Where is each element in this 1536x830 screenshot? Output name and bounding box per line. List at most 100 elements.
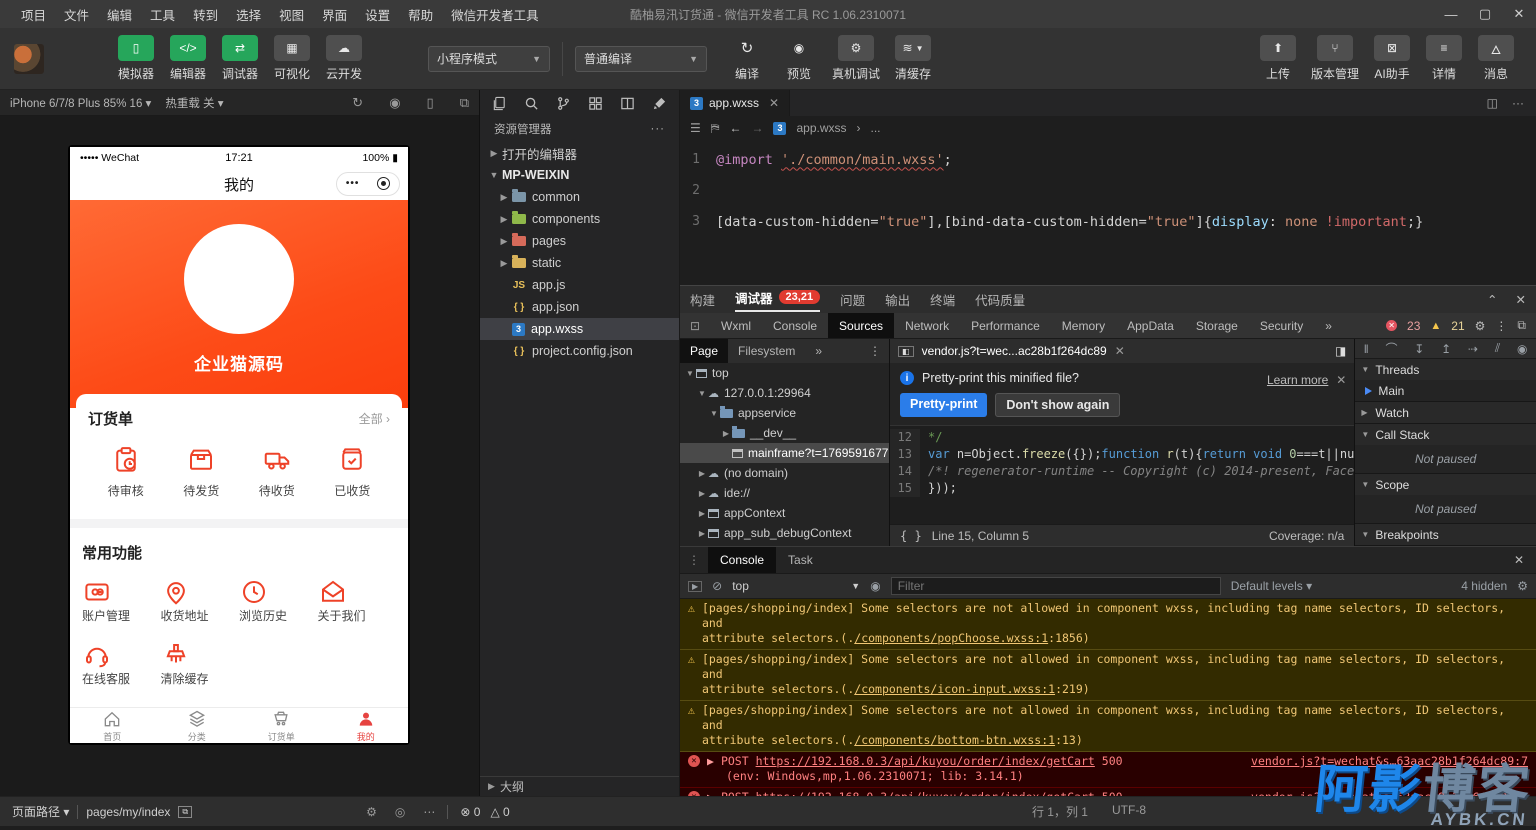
panel-toggle-icon[interactable]: ◧ xyxy=(898,346,914,357)
tab-orders[interactable]: 订货单 xyxy=(239,708,324,743)
panel-tab-debugger[interactable]: 调试器23,21 xyxy=(735,288,820,312)
ai-assistant-button[interactable]: ⊠ AI助手 xyxy=(1366,35,1418,82)
more-tabs-icon[interactable]: » xyxy=(1314,313,1343,338)
compile-button[interactable]: ↻ 编译 xyxy=(721,35,773,82)
devtools-tab-storage[interactable]: Storage xyxy=(1185,313,1249,338)
tree-mainframe[interactable]: mainframe?t=17695916772 xyxy=(680,443,889,463)
problems-warnings[interactable]: △ 0 xyxy=(490,805,509,819)
step-icon[interactable]: ⇢ xyxy=(1468,342,1478,356)
menu-settings[interactable]: 设置 xyxy=(356,5,399,24)
console-warning-row[interactable]: ⚠ [pages/shopping/index] Some selectors … xyxy=(680,650,1536,701)
folder-common[interactable]: ▶common xyxy=(480,186,679,208)
cursor-position[interactable]: 行 1，列 1 xyxy=(1032,803,1088,820)
tree-no-domain[interactable]: ▶☁(no domain) xyxy=(680,463,889,483)
tab-category[interactable]: 分类 xyxy=(155,708,240,743)
page-path-select[interactable]: 页面路径 ▾ xyxy=(12,803,69,820)
thread-main-row[interactable]: Main xyxy=(1355,380,1536,401)
more-actions-icon[interactable]: ··· xyxy=(651,123,666,135)
outline-section[interactable]: ▶ 大纲 xyxy=(480,776,679,796)
console-warning-row[interactable]: ⚠ [pages/shopping/index] Some selectors … xyxy=(680,701,1536,752)
step-into-icon[interactable]: ↧ xyxy=(1414,342,1424,356)
request-url-link[interactable]: https://192.168.0.3/api/kuyou/order/inde… xyxy=(756,754,1095,768)
levels-select[interactable]: Default levels ▾ xyxy=(1231,579,1312,593)
console-warning-row[interactable]: ⚠ [pages/shopping/index] Some selectors … xyxy=(680,599,1536,650)
version-button[interactable]: ⑂ 版本管理 xyxy=(1304,35,1366,82)
device-debug-button[interactable]: ⚙ 真机调试 xyxy=(825,35,887,82)
menu-select[interactable]: 选择 xyxy=(227,5,270,24)
source-link[interactable]: /components/bottom-btn.wxss:1 xyxy=(854,733,1055,747)
step-over-icon[interactable]: ⌒ xyxy=(1385,340,1397,357)
kebab-menu-icon[interactable]: ⋮ xyxy=(869,344,889,358)
files-icon[interactable] xyxy=(492,96,507,111)
more-actions-icon[interactable]: ··· xyxy=(1512,96,1524,110)
forward-icon[interactable]: → xyxy=(751,121,763,135)
dont-show-again-button[interactable]: Don't show again xyxy=(995,393,1120,417)
device-select[interactable]: iPhone 6/7/8 Plus 85% 16 ▾ xyxy=(10,96,151,110)
more-icon[interactable]: ⋯ xyxy=(423,805,435,819)
visualize-button[interactable]: ▦ 可视化 xyxy=(266,35,318,82)
code-area[interactable]: 1 @import './common/main.wxss'; 2 3 [dat… xyxy=(680,140,1536,237)
search-icon[interactable] xyxy=(524,96,539,111)
wechat-capsule[interactable]: ••• xyxy=(336,172,400,196)
folder-components[interactable]: ▶components xyxy=(480,208,679,230)
feature-address[interactable]: 收货地址 xyxy=(161,577,240,624)
menu-goto[interactable]: 转到 xyxy=(184,5,227,24)
list-icon[interactable]: ☰ xyxy=(690,121,701,135)
menu-interface[interactable]: 界面 xyxy=(313,5,356,24)
bookmark-icon[interactable]: ⛿ xyxy=(711,121,720,136)
order-pending-receive[interactable]: 待收货 xyxy=(239,445,315,499)
devtools-tab-memory[interactable]: Memory xyxy=(1051,313,1116,338)
context-select[interactable]: top▼ xyxy=(732,579,860,593)
tree-host[interactable]: ▼☁127.0.0.1:29964 xyxy=(680,383,889,403)
folder-pages[interactable]: ▶pages xyxy=(480,230,679,252)
file-app-json[interactable]: { }app.json xyxy=(480,296,679,318)
menu-edit[interactable]: 编辑 xyxy=(98,5,141,24)
devtools-tab-network[interactable]: Network xyxy=(894,313,960,338)
learn-more-link[interactable]: Learn more xyxy=(1267,373,1328,387)
panel-tab-problems[interactable]: 问题 xyxy=(840,290,865,309)
tree-top[interactable]: ▼top xyxy=(680,363,889,383)
source-file-tab[interactable]: vendor.js?t=wec...ac28b1f264dc89 xyxy=(922,344,1107,358)
expand-icon[interactable]: ▶ xyxy=(707,754,714,769)
eye-icon[interactable]: ◉ xyxy=(870,579,880,593)
extensions-icon[interactable] xyxy=(588,96,603,111)
scope-section-header[interactable]: ▼Scope xyxy=(1355,474,1536,495)
sources-tab-page[interactable]: Page xyxy=(680,339,728,363)
user-avatar[interactable] xyxy=(14,44,44,74)
message-button[interactable]: 🜂 消息 xyxy=(1470,35,1522,82)
menu-help[interactable]: 帮助 xyxy=(399,5,442,24)
feature-about[interactable]: 关于我们 xyxy=(318,577,397,624)
debug-icon[interactable]: ⚙ xyxy=(366,805,377,819)
upload-button[interactable]: ⬆ 上传 xyxy=(1252,35,1304,82)
panel-tab-quality[interactable]: 代码质量 xyxy=(975,290,1025,309)
editor-tab-app-wxss[interactable]: 3 app.wxss ✕ xyxy=(680,90,790,116)
pause-on-exceptions-icon[interactable]: ◉ xyxy=(1517,342,1527,356)
deactivate-breakpoints-icon[interactable]: ⫽ xyxy=(1495,341,1500,356)
close-tab-icon[interactable]: ✕ xyxy=(769,96,779,110)
cloud-dev-button[interactable]: ☁ 云开发 xyxy=(318,35,370,82)
hot-reload-toggle[interactable]: 热重载 关 ▾ xyxy=(165,95,223,111)
source-link[interactable]: /components/popChoose.wxss:1 xyxy=(854,631,1048,645)
project-root-row[interactable]: ▼MP-WEIXIN xyxy=(480,164,679,186)
tree-sub-debugcontext[interactable]: ▶app_sub_debugContext xyxy=(680,523,889,543)
clear-console-icon[interactable]: ⊘ xyxy=(712,579,722,593)
mode-select[interactable]: 小程序模式▼ xyxy=(428,46,550,72)
menu-tools[interactable]: 工具 xyxy=(141,5,184,24)
rotate-icon[interactable]: ↻ xyxy=(352,95,363,111)
devtools-tab-sources[interactable]: Sources xyxy=(828,313,894,338)
threads-section-header[interactable]: ▼Threads xyxy=(1355,359,1536,380)
problems-errors[interactable]: ⊗ 0 xyxy=(460,805,480,819)
split-editor-icon[interactable] xyxy=(620,96,635,111)
file-project-config[interactable]: { }project.config.json xyxy=(480,340,679,362)
source-code-area[interactable]: 12*/ 13var n=Object.freeze({});function … xyxy=(890,426,1354,524)
copy-icon[interactable]: ⧉ xyxy=(178,806,192,818)
panel-tab-output[interactable]: 输出 xyxy=(885,290,910,309)
open-editors-row[interactable]: ▶打开的编辑器 xyxy=(480,142,679,164)
console-tab[interactable]: Console xyxy=(708,547,776,573)
device-frame-icon[interactable]: ▯ xyxy=(427,95,434,111)
tree-ide[interactable]: ▶☁ide:// xyxy=(680,483,889,503)
settings-gear-icon[interactable]: ⚙ xyxy=(1475,319,1486,333)
devtools-tab-performance[interactable]: Performance xyxy=(960,313,1051,338)
file-app-js[interactable]: JSapp.js xyxy=(480,274,679,296)
pretty-print-button[interactable]: Pretty-print xyxy=(900,393,987,417)
